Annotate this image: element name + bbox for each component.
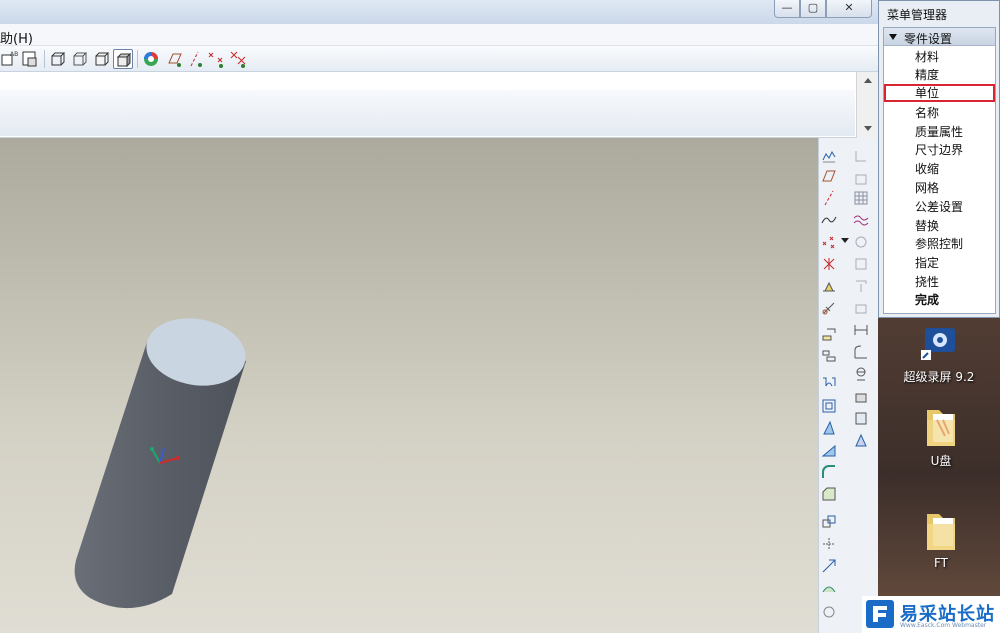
menu-item-replace[interactable]: 替换 <box>884 217 995 235</box>
menu-item-mass-props[interactable]: 质量属性 <box>884 123 995 141</box>
round-icon[interactable] <box>821 464 837 480</box>
menu-bar: 助(H) <box>0 24 878 47</box>
minimize-button[interactable]: — <box>774 0 800 18</box>
folder-icon <box>921 406 961 448</box>
main-window: — ▢ ✕ 助(H) AB <box>0 0 878 633</box>
extrude-icon[interactable] <box>821 326 837 342</box>
sweep-icon[interactable] <box>821 374 837 390</box>
desktop-icon-recorder[interactable]: 超级录屏 9.2 <box>884 322 994 385</box>
datum-point-icon[interactable] <box>821 234 837 250</box>
maximize-button[interactable]: ▢ <box>800 0 826 18</box>
menu-item-units[interactable]: 单位 <box>884 84 995 102</box>
desktop-icon-ft[interactable]: FT <box>886 510 996 570</box>
desktop-icon-udisk[interactable]: U盘 <box>886 406 996 469</box>
ordinate-dimension-icon[interactable] <box>853 344 869 360</box>
menu-item-tol-setup[interactable]: 公差设置 <box>884 198 995 216</box>
datum-plane-display-icon[interactable] <box>164 49 184 69</box>
desktop-icon-label: 超级录屏 9.2 <box>903 370 975 384</box>
site-logo-icon <box>866 600 894 628</box>
edit-icon[interactable] <box>853 256 869 272</box>
menu-item-dim-bound[interactable]: 尺寸边界 <box>884 141 995 159</box>
menu-item-ref-control[interactable]: 参照控制 <box>884 235 995 253</box>
message-scrollbar[interactable] <box>856 72 878 138</box>
layer-icon[interactable] <box>853 170 869 186</box>
chevron-down-icon[interactable] <box>841 238 849 243</box>
menu-item-flexibility[interactable]: 挠性 <box>884 273 995 291</box>
sketch-icon[interactable] <box>821 148 837 164</box>
expand-arrow-icon <box>889 34 897 40</box>
message-area <box>0 72 878 138</box>
wireframe-icon[interactable] <box>48 49 68 69</box>
appearance-icon[interactable] <box>141 49 161 69</box>
tolerance-icon[interactable] <box>853 366 869 382</box>
datum-point-display-icon[interactable] <box>206 49 226 69</box>
datum-axis-display-icon[interactable] <box>185 49 205 69</box>
note-icon[interactable] <box>853 300 869 316</box>
dimension-icon[interactable] <box>853 322 869 338</box>
menu-item-grid[interactable]: 网格 <box>884 179 995 197</box>
trim-icon[interactable] <box>821 580 837 596</box>
grid-icon[interactable] <box>853 190 869 206</box>
part-setup-label: 零件设置 <box>904 32 953 46</box>
graphics-viewport[interactable] <box>0 138 818 633</box>
datum-axis-icon[interactable] <box>821 190 837 206</box>
csys-display-icon[interactable] <box>228 49 248 69</box>
reference-icon[interactable] <box>853 278 869 294</box>
part-setup-header[interactable]: 零件设置 <box>884 28 995 46</box>
csys-icon[interactable] <box>821 256 837 272</box>
rib-icon[interactable] <box>821 442 837 458</box>
scroll-down-icon[interactable] <box>864 126 872 131</box>
menu-help[interactable]: 助(H) <box>0 28 33 47</box>
message-panel <box>0 90 855 136</box>
pattern-icon[interactable] <box>821 536 837 552</box>
watermark-subtext: Www.Easck.Com Webmaster <box>900 622 987 629</box>
merge-icon[interactable] <box>821 558 837 574</box>
menu-item-designate[interactable]: 指定 <box>884 254 995 272</box>
datum-target-icon[interactable] <box>853 432 869 448</box>
site-watermark: 易采站长站 Www.Easck.Com Webmaster <box>862 596 1000 633</box>
view-toolbar: AB <box>0 46 878 72</box>
copy-geometry-icon[interactable] <box>821 300 837 316</box>
svg-text:AB: AB <box>10 51 18 58</box>
extend-icon[interactable] <box>821 604 837 620</box>
component-icon[interactable] <box>853 234 869 250</box>
chamfer-icon[interactable] <box>821 486 837 502</box>
desktop-icon-label: FT <box>933 556 949 570</box>
analysis-feature-icon[interactable] <box>821 278 837 294</box>
menu-manager-title: 菜单管理器 <box>887 8 948 22</box>
feature-toolbar <box>818 138 878 633</box>
menu-manager-list: 零件设置 材料 精度 单位 名称 质量属性 尺寸边界 收缩 网格 公差设置 替换… <box>883 27 996 314</box>
toolbar-separator <box>137 50 138 68</box>
no-hidden-icon[interactable] <box>92 49 112 69</box>
scroll-up-icon[interactable] <box>864 78 872 83</box>
menu-item-done[interactable]: 完成 <box>884 291 995 309</box>
hidden-line-icon[interactable] <box>70 49 90 69</box>
screen-recorder-icon <box>919 322 959 364</box>
menu-item-shrinkage[interactable]: 收缩 <box>884 160 995 178</box>
datum-curve-icon[interactable] <box>821 212 837 228</box>
menu-manager: 菜单管理器 零件设置 材料 精度 单位 名称 质量属性 尺寸边界 收缩 网格 公… <box>878 0 1000 318</box>
toolbar-separator <box>44 50 45 68</box>
close-button[interactable]: ✕ <box>826 0 872 18</box>
saved-view-icon[interactable]: AB <box>0 49 20 69</box>
datum-display-icon[interactable] <box>853 148 869 164</box>
symbol-icon[interactable] <box>853 388 869 404</box>
shading-icon[interactable] <box>113 49 133 69</box>
folder-icon <box>921 510 961 552</box>
curve-analysis-icon[interactable] <box>853 212 869 228</box>
menu-item-accuracy[interactable]: 精度 <box>884 66 995 84</box>
datum-plane-icon[interactable] <box>821 168 837 184</box>
draft-icon[interactable] <box>821 420 837 436</box>
shell-icon[interactable] <box>821 398 837 414</box>
menu-item-name[interactable]: 名称 <box>884 104 995 122</box>
view-manager-icon[interactable] <box>20 49 40 69</box>
desktop-icon-label: U盘 <box>930 454 952 468</box>
mirror-icon[interactable] <box>821 514 837 530</box>
title-bar: — ▢ ✕ <box>0 0 878 24</box>
menu-item-material[interactable]: 材料 <box>884 48 995 66</box>
revolve-icon[interactable] <box>821 348 837 364</box>
surface-finish-icon[interactable] <box>853 410 869 426</box>
cylinder-model[interactable] <box>0 138 818 633</box>
